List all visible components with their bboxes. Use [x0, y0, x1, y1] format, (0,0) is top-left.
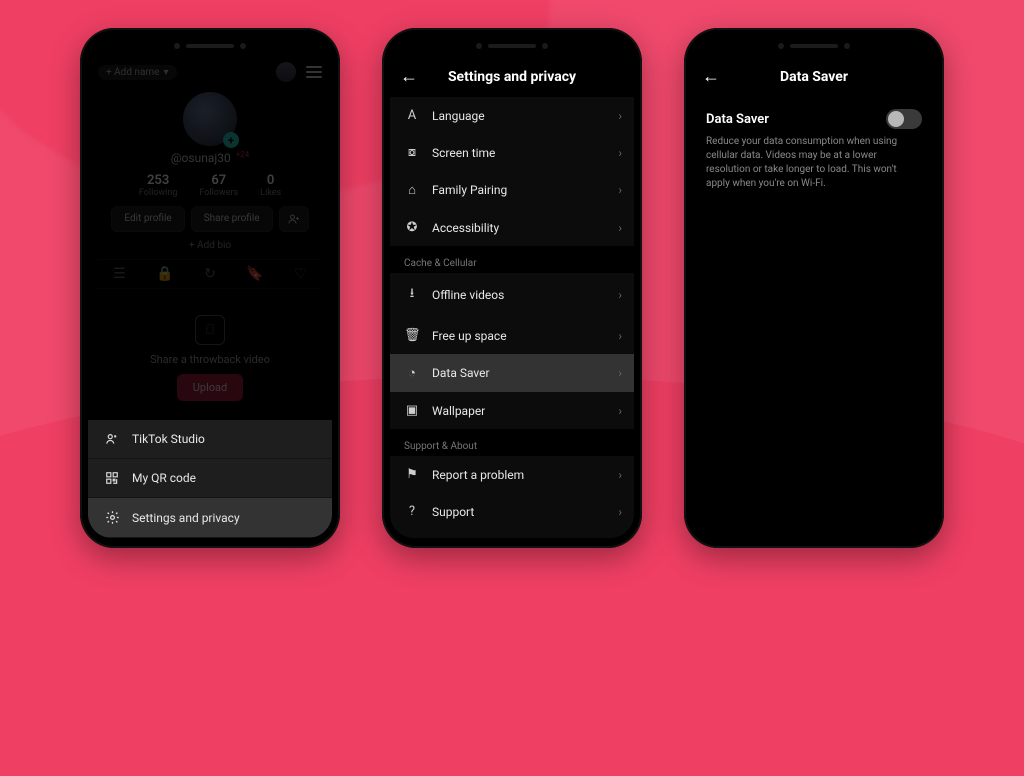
phone-notch — [692, 40, 936, 52]
wallpaper-icon: ▣ — [404, 403, 420, 418]
profile-avatar[interactable]: + — [183, 92, 237, 146]
edit-profile-button[interactable]: Edit profile — [111, 206, 184, 232]
row-offline-videos[interactable]: ⭳ Offline videos › — [390, 273, 634, 317]
throwback-icon: ⌼ — [195, 315, 225, 345]
profile-menu-sheet: TikTok Studio My QR code Settings and pr… — [88, 419, 332, 538]
tab-private-icon[interactable]: 🔒 — [156, 266, 173, 282]
row-wallpaper[interactable]: ▣ Wallpaper › — [390, 392, 634, 429]
tab-saved-icon[interactable]: 🔖 — [246, 266, 263, 282]
row-free-up-space[interactable]: 🗑 Free up space › — [390, 317, 634, 354]
data-saver-toggle[interactable] — [886, 109, 922, 129]
tab-feed-icon[interactable]: ☰ — [113, 266, 126, 282]
chevron-right-icon: › — [618, 329, 622, 343]
chevron-right-icon: › — [618, 146, 622, 160]
stat-following[interactable]: 253 Following — [139, 173, 178, 198]
page-title: Data Saver — [702, 69, 926, 85]
sheet-qr-code[interactable]: My QR code — [88, 459, 332, 498]
menu-icon[interactable] — [306, 66, 322, 78]
sheet-settings-privacy[interactable]: Settings and privacy — [88, 498, 332, 538]
add-avatar-badge[interactable]: + — [223, 132, 239, 148]
section-cache: Cache & Cellular — [390, 246, 634, 273]
qr-icon — [104, 471, 120, 485]
phone-settings: ← Settings and privacy A Language › ⧇ Sc… — [382, 28, 642, 548]
chevron-right-icon: › — [618, 221, 622, 235]
new-followers-badge: +24 — [236, 150, 250, 159]
tab-reposts-icon[interactable]: ↻ — [204, 266, 216, 282]
phone-data-saver: ← Data Saver Data Saver Reduce your data… — [684, 28, 944, 548]
friends-avatar-icon[interactable] — [276, 62, 296, 82]
section-support: Support & About — [390, 429, 634, 456]
row-language[interactable]: A Language › — [390, 97, 634, 134]
add-friends-button[interactable] — [279, 206, 309, 232]
sheet-label: Settings and privacy — [132, 511, 240, 525]
chevron-right-icon: › — [618, 109, 622, 123]
phone-notch — [390, 40, 634, 52]
chevron-right-icon: › — [618, 468, 622, 482]
phone-profile: + Add name ▾ + @osunaj30 +24 253 — [80, 28, 340, 548]
profile-screen-dimmed: + Add name ▾ + @osunaj30 +24 253 — [88, 56, 332, 419]
data-saver-icon: ◔ — [404, 365, 420, 381]
studio-icon — [104, 432, 120, 446]
row-terms-policies[interactable]: ⓘ Terms and Policies › — [390, 530, 634, 538]
sheet-label: TikTok Studio — [132, 432, 205, 446]
accessibility-icon: ✪ — [404, 220, 420, 235]
add-user-icon — [288, 213, 300, 225]
row-support[interactable]: ? Support › — [390, 493, 634, 530]
stat-followers[interactable]: 67 Followers — [199, 173, 238, 198]
add-name-pill[interactable]: + Add name ▾ — [98, 65, 177, 80]
trash-icon: 🗑 — [404, 328, 420, 343]
add-name-label: + Add name — [106, 67, 159, 78]
share-profile-button[interactable]: Share profile — [191, 206, 273, 232]
username: @osunaj30 — [171, 151, 231, 165]
row-report-problem[interactable]: ⚑ Report a problem › — [390, 456, 634, 493]
data-saver-description: Reduce your data consumption when using … — [706, 135, 922, 191]
help-icon: ? — [404, 504, 420, 519]
add-bio-link[interactable]: + Add bio — [98, 240, 322, 251]
row-family-pairing[interactable]: ⌂ Family Pairing › — [390, 171, 634, 209]
throwback-text: Share a throwback video — [150, 353, 270, 366]
language-icon: A — [404, 108, 420, 123]
stat-likes[interactable]: 0 Likes — [260, 173, 281, 198]
download-icon: ⭳ — [404, 284, 420, 306]
settings-list: A Language › ⧇ Screen time › ⌂ Family Pa… — [390, 97, 634, 538]
page-title: Settings and privacy — [400, 69, 624, 85]
data-saver-label: Data Saver — [706, 112, 769, 127]
chevron-right-icon: › — [618, 366, 622, 380]
chevron-right-icon: › — [618, 404, 622, 418]
row-screen-time[interactable]: ⧇ Screen time › — [390, 134, 634, 171]
chevron-down-icon: ▾ — [163, 67, 168, 78]
chevron-right-icon: › — [618, 505, 622, 519]
chevron-right-icon: › — [618, 183, 622, 197]
row-accessibility[interactable]: ✪ Accessibility › — [390, 209, 634, 246]
phone-notch — [88, 40, 332, 52]
sheet-label: My QR code — [132, 471, 196, 485]
flag-icon: ⚑ — [404, 467, 420, 482]
sheet-tiktok-studio[interactable]: TikTok Studio — [88, 420, 332, 459]
chevron-right-icon: › — [618, 288, 622, 302]
gear-icon — [104, 510, 120, 525]
home-icon: ⌂ — [404, 182, 420, 198]
row-data-saver[interactable]: ◔ Data Saver › — [390, 354, 634, 392]
screen-time-icon: ⧇ — [404, 145, 420, 160]
upload-button[interactable]: Upload — [177, 374, 243, 401]
toggle-knob — [888, 111, 904, 127]
tab-liked-icon[interactable]: ♡ — [294, 266, 307, 282]
